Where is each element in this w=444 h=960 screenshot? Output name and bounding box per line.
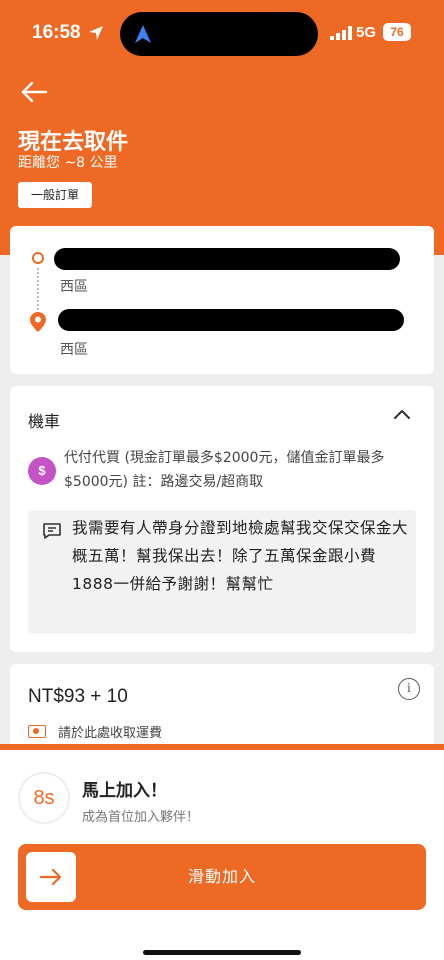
status-bar: 16:58 5G 76	[0, 0, 444, 66]
vehicle-type: 機車	[28, 412, 61, 431]
join-title: 馬上加入！	[82, 781, 167, 801]
cellular-signal-icon	[330, 26, 352, 40]
home-indicator	[143, 950, 301, 955]
route-card: 西區 西區	[10, 226, 434, 374]
fare-amount: NT$93 + 10	[28, 686, 128, 707]
message-icon	[43, 523, 61, 539]
price-card: NT$93 + 10 i 請於此處收取運費	[10, 664, 434, 754]
customer-note: 我需要有人帶身分證到地檢處幫我交保交保金大概五萬！幫我保出去！除了五萬保金跟小費…	[72, 519, 409, 593]
collect-fare-note: 請於此處收取運費	[58, 726, 163, 741]
pickup-dot-icon	[32, 252, 44, 264]
order-details-card: 機車 $ 代付代買 (現金訂單最多$2000元，儲值金訂單最多$5000元) 註…	[10, 386, 434, 652]
slide-handle[interactable]	[26, 852, 76, 902]
location-arrow-icon	[89, 26, 103, 40]
chevron-up-icon[interactable]	[392, 406, 412, 422]
battery-indicator: 76	[383, 23, 411, 41]
header: 16:58 5G 76 現在去取件 距離您 ~8 公里 一般訂單	[0, 0, 444, 255]
pickup-district: 西區	[60, 279, 88, 295]
order-type-badge: 一般訂單	[18, 182, 92, 208]
join-bottom-sheet: 8s 馬上加入！ 成為首位加入夥伴！ 滑動加入	[0, 744, 444, 960]
customer-note-box: 我需要有人帶身分證到地檢處幫我交保交保金大概五萬！幫我保出去！除了五萬保金跟小費…	[28, 510, 416, 634]
route-connector	[37, 268, 39, 310]
location-pin-icon	[30, 312, 46, 332]
payment-note: 代付代買 (現金訂單最多$2000元，儲值金訂單最多$5000元) 註：路邊交易…	[64, 450, 385, 490]
cash-icon	[28, 725, 46, 738]
status-time: 16:58	[32, 22, 81, 43]
arrow-right-icon	[39, 868, 62, 886]
countdown-timer: 8s	[18, 772, 70, 824]
slide-join-label: 滑動加入	[187, 867, 256, 886]
slide-to-join-button[interactable]: 滑動加入	[18, 844, 426, 910]
payment-icon: $	[28, 457, 56, 485]
network-type: 5G	[356, 24, 377, 41]
navigation-app-icon	[135, 25, 151, 43]
dropoff-address-redacted	[58, 309, 404, 331]
distance-label: 距離您 ~8 公里	[18, 155, 118, 171]
join-subtitle: 成為首位加入夥伴！	[82, 810, 200, 825]
dropoff-district: 西區	[60, 342, 88, 358]
info-icon[interactable]: i	[398, 678, 420, 700]
pickup-address-redacted	[54, 248, 400, 270]
back-arrow-icon[interactable]	[20, 80, 48, 104]
